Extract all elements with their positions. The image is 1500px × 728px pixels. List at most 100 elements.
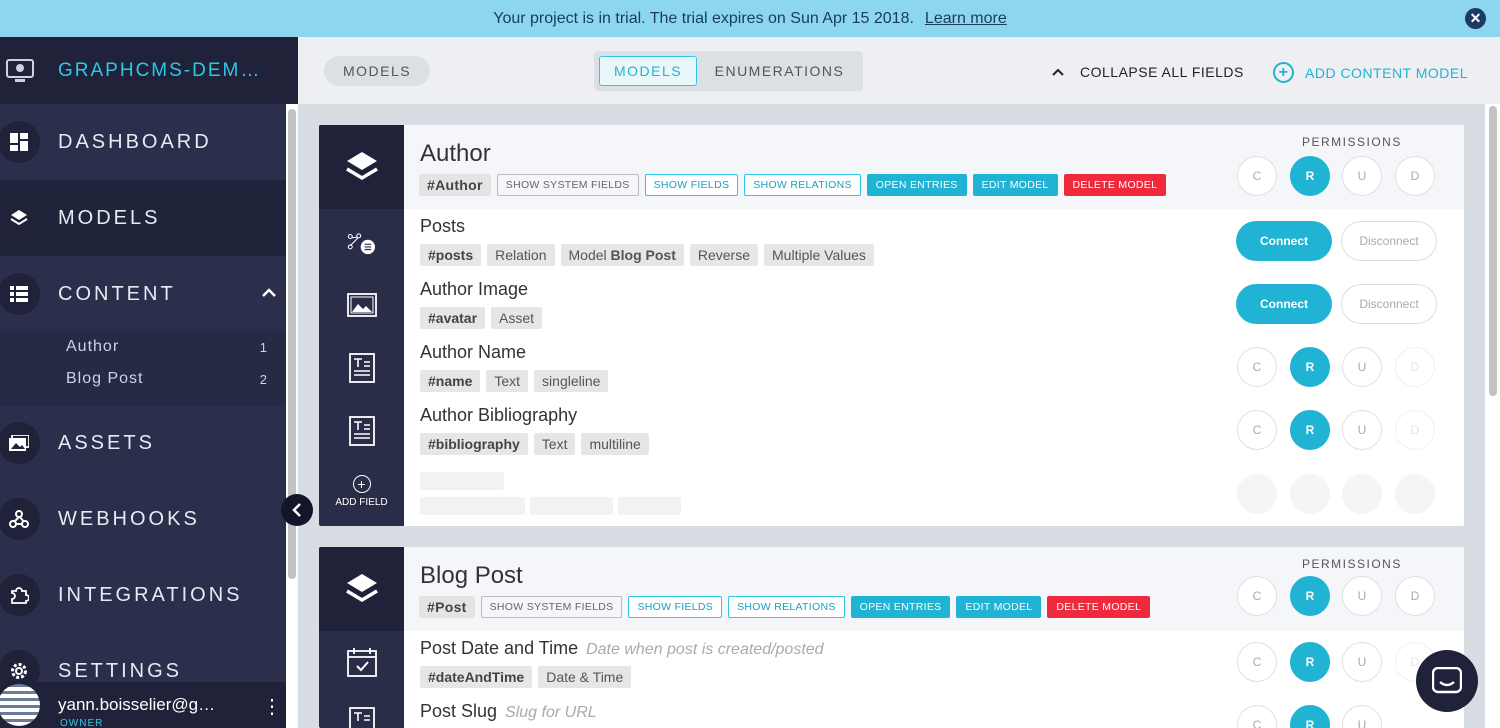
- field-api-id: #name: [420, 370, 481, 392]
- show-system-fields-button[interactable]: SHOW SYSTEM FIELDS: [496, 174, 639, 196]
- content-item-author[interactable]: Author 1: [0, 332, 286, 362]
- open-entries-button[interactable]: OPEN ENTRIES: [850, 596, 951, 618]
- perm-read[interactable]: R: [1290, 347, 1330, 387]
- field-name: Author Name: [420, 342, 527, 362]
- main-scrollbar-thumb[interactable]: [1489, 106, 1497, 396]
- permissions-label: PERMISSIONS: [1302, 557, 1402, 571]
- chat-launcher-button[interactable]: [1416, 650, 1478, 712]
- placeholder-skeleton: [530, 497, 613, 515]
- show-relations-button[interactable]: SHOW RELATIONS: [744, 174, 861, 196]
- tab-enumerations[interactable]: ENUMERATIONS: [712, 56, 847, 86]
- field-author-name[interactable]: Author Name #name Text singleline: [420, 342, 609, 392]
- perm-create[interactable]: C: [1237, 576, 1277, 616]
- placeholder-skeleton: [1290, 474, 1330, 514]
- field-api-id: #dateAndTime: [420, 666, 533, 688]
- learn-more-link[interactable]: Learn more: [925, 10, 1007, 28]
- edit-model-button[interactable]: EDIT MODEL: [972, 174, 1058, 196]
- calendar-icon: [347, 647, 377, 677]
- perm-read[interactable]: R: [1290, 576, 1330, 616]
- field-target-model: Model Blog Post: [560, 244, 684, 266]
- placeholder-skeleton: [1395, 474, 1435, 514]
- delete-model-button[interactable]: DELETE MODEL: [1047, 596, 1151, 618]
- nav-integrations[interactable]: INTEGRATIONS: [0, 557, 286, 633]
- show-fields-button[interactable]: SHOW FIELDS: [644, 174, 739, 196]
- placeholder-skeleton: [420, 472, 504, 490]
- delete-model-button[interactable]: DELETE MODEL: [1063, 174, 1167, 196]
- field-name: Author Image: [420, 279, 529, 299]
- connect-button[interactable]: Connect: [1236, 221, 1332, 261]
- perm-update[interactable]: U: [1342, 642, 1382, 682]
- content-item-label: Blog Post: [66, 370, 144, 387]
- project-header[interactable]: GRAPHCMS-DEM…: [0, 37, 298, 104]
- perm-read[interactable]: R: [1290, 410, 1330, 450]
- add-field-button[interactable]: + ADD FIELD: [319, 475, 404, 508]
- content-item-blog-post[interactable]: Blog Post 2: [0, 364, 286, 394]
- trial-text: Your project is in trial. The trial expi…: [493, 9, 914, 27]
- collapse-sidebar-button[interactable]: [281, 494, 313, 526]
- tab-models[interactable]: MODELS: [599, 56, 697, 86]
- webhook-icon: [0, 498, 40, 540]
- field-author-bibliography[interactable]: Author Bibliography #bibliography Text m…: [420, 405, 649, 455]
- field-type: Text: [486, 370, 529, 392]
- nav-content[interactable]: CONTENT: [0, 256, 286, 332]
- field-posts[interactable]: Posts #posts Relation Model Blog Post Re…: [420, 216, 874, 266]
- perm-read[interactable]: R: [1290, 705, 1330, 728]
- open-entries-button[interactable]: OPEN ENTRIES: [866, 174, 967, 196]
- nav-models[interactable]: MODELS: [0, 180, 286, 256]
- nav-dashboard[interactable]: DASHBOARD: [0, 104, 286, 180]
- breadcrumb-models[interactable]: MODELS: [324, 56, 430, 86]
- field-name: Author Bibliography: [420, 405, 578, 425]
- perm-create[interactable]: C: [1237, 642, 1277, 682]
- image-icon: [347, 290, 377, 320]
- content-item-count: 2: [259, 371, 268, 387]
- permissions-label: PERMISSIONS: [1302, 135, 1402, 149]
- disconnect-button[interactable]: Disconnect: [1341, 221, 1437, 261]
- close-banner-button[interactable]: ✕: [1465, 8, 1486, 29]
- model-card-blog-post: Blog Post #Post SHOW SYSTEM FIELDS SHOW …: [319, 547, 1464, 728]
- avatar: [0, 684, 40, 726]
- perm-update[interactable]: U: [1342, 576, 1382, 616]
- field-post-slug[interactable]: Post Slug Slug for URL: [420, 701, 597, 722]
- perm-update[interactable]: U: [1342, 347, 1382, 387]
- perm-create[interactable]: C: [1237, 156, 1277, 196]
- nav-assets[interactable]: ASSETS: [0, 405, 286, 481]
- nav-label: SETTINGS: [58, 659, 183, 682]
- connect-button[interactable]: Connect: [1236, 284, 1332, 324]
- perm-create[interactable]: C: [1237, 705, 1277, 728]
- field-post-date-and-time[interactable]: Post Date and Time Date when post is crea…: [420, 638, 824, 688]
- field-reverse: Reverse: [689, 244, 759, 266]
- edit-model-button[interactable]: EDIT MODEL: [956, 596, 1042, 618]
- nav-label: WEBHOOKS: [58, 507, 200, 530]
- disconnect-button[interactable]: Disconnect: [1341, 284, 1437, 324]
- tag-text: Model: [568, 247, 607, 263]
- collapse-all-fields-button[interactable]: COLLAPSE ALL FIELDS: [1052, 63, 1244, 81]
- content-item-count: 1: [259, 339, 268, 355]
- plus-circle-icon: +: [352, 475, 371, 493]
- field-name: Posts: [420, 216, 466, 236]
- show-fields-button[interactable]: SHOW FIELDS: [628, 596, 723, 618]
- perm-create[interactable]: C: [1237, 347, 1277, 387]
- user-menu[interactable]: yann.boisselier@g… OWNER ⋮: [0, 682, 298, 728]
- perm-update[interactable]: U: [1342, 705, 1382, 728]
- perm-delete[interactable]: D: [1395, 576, 1435, 616]
- nav-label: MODELS: [58, 206, 161, 229]
- text-field-icon: [347, 707, 377, 728]
- perm-update[interactable]: U: [1342, 410, 1382, 450]
- nav-webhooks[interactable]: WEBHOOKS: [0, 481, 286, 557]
- chevron-up-icon[interactable]: [262, 284, 276, 302]
- show-relations-button[interactable]: SHOW RELATIONS: [728, 596, 845, 618]
- more-vertical-icon[interactable]: ⋮: [262, 694, 282, 719]
- field-type: Text: [533, 433, 576, 455]
- perm-delete[interactable]: D: [1395, 156, 1435, 196]
- model-api-id: #Author: [419, 174, 491, 196]
- perm-read[interactable]: R: [1290, 156, 1330, 196]
- perm-read[interactable]: R: [1290, 642, 1330, 682]
- model-actions: #Author SHOW SYSTEM FIELDS SHOW FIELDS S…: [419, 174, 1167, 196]
- chat-icon: [1432, 667, 1462, 694]
- field-author-image[interactable]: Author Image #avatar Asset: [420, 279, 543, 329]
- add-content-model-button[interactable]: + ADD CONTENT MODEL: [1273, 62, 1468, 83]
- perm-create[interactable]: C: [1237, 410, 1277, 450]
- show-system-fields-button[interactable]: SHOW SYSTEM FIELDS: [480, 596, 623, 618]
- perm-update[interactable]: U: [1342, 156, 1382, 196]
- field-multiple: Multiple Values: [764, 244, 874, 266]
